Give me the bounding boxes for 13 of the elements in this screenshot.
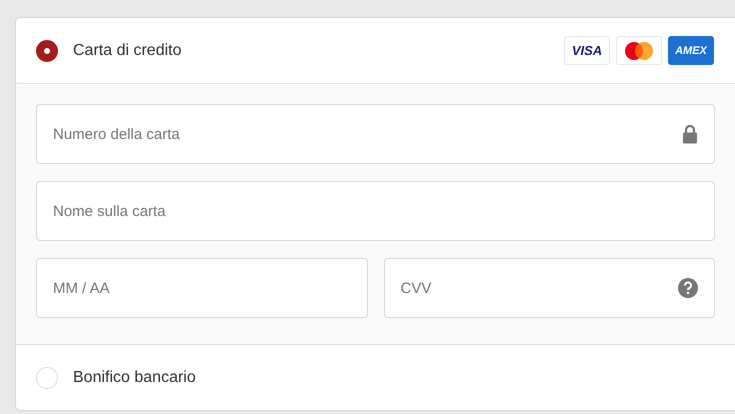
lock-icon	[682, 124, 698, 144]
payment-option[interactable]: Bonifico bancario	[16, 344, 735, 410]
input-field[interactable]: Nome sulla carta	[36, 181, 715, 241]
input-field[interactable]: MM / AA	[36, 258, 368, 318]
amex-logo: AMEX	[668, 36, 714, 65]
radio-button[interactable]	[36, 40, 58, 62]
option-label: Bonifico bancario	[73, 368, 196, 386]
input-field[interactable]: Numero della carta	[36, 104, 715, 164]
mastercard-logo	[616, 36, 662, 65]
visa-logo: VISA	[564, 36, 610, 65]
option-label: Carta di credito	[73, 42, 182, 60]
input-field[interactable]: CVV	[384, 258, 715, 318]
help-icon[interactable]	[678, 278, 698, 298]
